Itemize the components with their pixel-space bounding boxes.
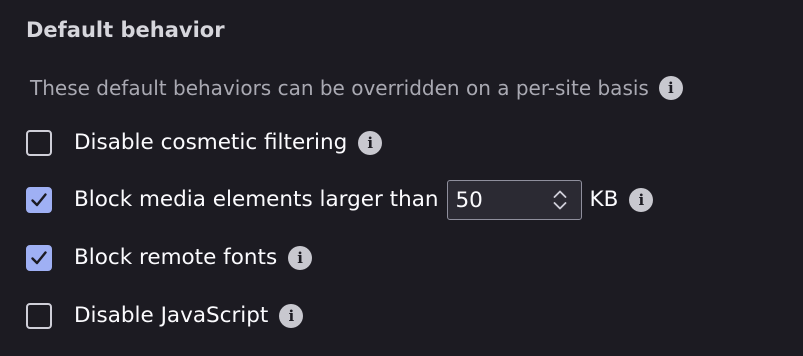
option-label: Block media elements larger than [74,187,439,212]
checkmark-icon [31,193,47,207]
section-title: Default behavior [26,18,225,42]
option-block-remote-fonts: Block remote fonts i [26,240,313,276]
section-description-row: These default behaviors can be overridde… [30,72,683,104]
media-size-stepper[interactable]: 50 [446,180,582,220]
default-behavior-panel: Default behavior These default behaviors… [0,0,803,356]
media-size-value[interactable]: 50 [456,188,483,213]
info-icon[interactable]: i [279,304,304,328]
option-disable-cosmetic-filtering: Disable cosmetic filtering i [26,125,383,161]
option-block-media-elements: Block media elements larger than 50 KB i [26,180,654,220]
block-remote-fonts-checkbox[interactable] [26,245,52,271]
option-label: Disable cosmetic filtering [74,130,348,155]
disable-javascript-checkbox[interactable] [26,303,52,329]
spin-buttons[interactable] [553,190,567,210]
info-icon[interactable]: i [288,246,313,270]
media-size-unit: KB [589,187,619,212]
checkmark-icon [31,251,47,265]
option-label: Block remote fonts [74,245,278,270]
chevron-down-icon[interactable] [553,202,567,210]
info-icon[interactable]: i [629,188,654,212]
info-icon[interactable]: i [358,131,383,155]
block-media-elements-checkbox[interactable] [26,187,52,213]
disable-cosmetic-filtering-checkbox[interactable] [26,130,52,156]
option-disable-javascript: Disable JavaScript i [26,298,304,334]
option-label: Disable JavaScript [74,303,269,328]
info-icon[interactable]: i [658,76,683,100]
section-description: These default behaviors can be overridde… [30,76,649,100]
chevron-up-icon[interactable] [553,190,567,198]
